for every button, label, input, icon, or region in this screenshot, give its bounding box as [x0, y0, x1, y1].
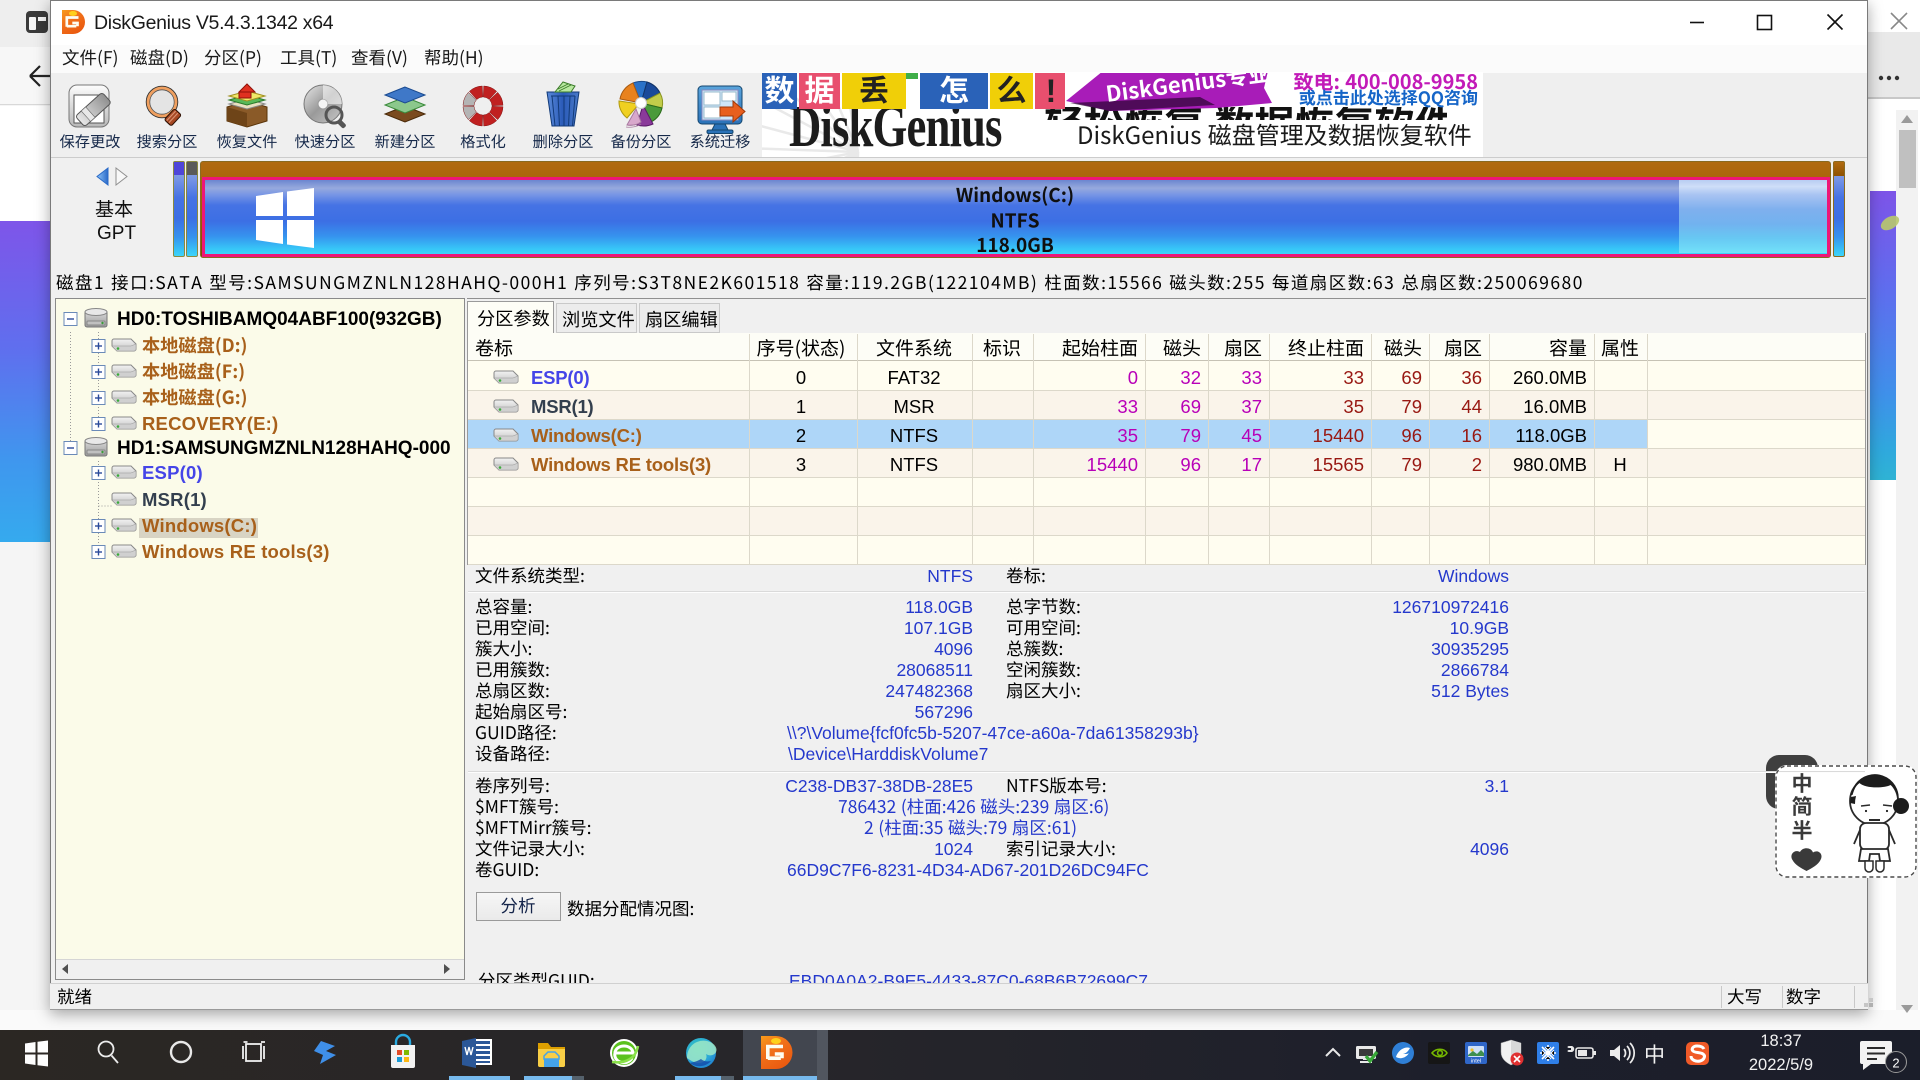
- svg-text:260.0MB: 260.0MB: [1513, 367, 1587, 388]
- svg-text:HD0:TOSHIBAMQ04ABF100(932GB): HD0:TOSHIBAMQ04ABF100(932GB): [117, 309, 442, 330]
- svg-text:118.0GB: 118.0GB: [905, 597, 973, 617]
- svg-text:15440: 15440: [1313, 425, 1364, 446]
- svg-text:C238-DB37-38DB-28E5: C238-DB37-38DB-28E5: [785, 776, 973, 796]
- svg-text:2: 2: [1892, 1056, 1899, 1071]
- svg-text:3.1: 3.1: [1485, 776, 1509, 796]
- svg-text:79: 79: [1180, 425, 1201, 446]
- svg-text:DiskGenius V5.4.3.1342 x64: DiskGenius V5.4.3.1342 x64: [94, 12, 334, 34]
- svg-text:NTFS: NTFS: [890, 425, 938, 446]
- svg-text:107.1GB: 107.1GB: [904, 618, 973, 638]
- svg-text:RECOVERY(E:): RECOVERY(E:): [142, 413, 278, 434]
- svg-text:0: 0: [796, 367, 806, 388]
- svg-text:0: 0: [1128, 367, 1138, 388]
- svg-text:4096: 4096: [1470, 839, 1509, 859]
- svg-text:35: 35: [1343, 396, 1364, 417]
- svg-text:MSR(1): MSR(1): [531, 396, 594, 417]
- svg-text:512 Bytes: 512 Bytes: [1431, 681, 1509, 701]
- svg-text:GPT: GPT: [97, 223, 136, 244]
- svg-text:ESP(0): ESP(0): [142, 462, 203, 483]
- svg-text:45: 45: [1241, 425, 1262, 446]
- svg-text:66D9C7F6-8231-4D34-AD67-201D26: 66D9C7F6-8231-4D34-AD67-201D26DC94FC: [787, 860, 1149, 880]
- svg-text:\\?\Volume{fcf0fc5b-5207-47ce-: \\?\Volume{fcf0fc5b-5207-47ce-a60a-7da61…: [787, 723, 1199, 743]
- svg-text:3: 3: [796, 454, 806, 475]
- svg-text:2866784: 2866784: [1441, 660, 1509, 680]
- svg-text:\Device\HarddiskVolume7: \Device\HarddiskVolume7: [788, 744, 988, 764]
- svg-text:247482368: 247482368: [885, 681, 973, 701]
- svg-text:2: 2: [1472, 454, 1482, 475]
- svg-text:Windows RE tools(3): Windows RE tools(3): [531, 454, 711, 475]
- svg-text:96: 96: [1180, 454, 1201, 475]
- svg-text:10.9GB: 10.9GB: [1450, 618, 1509, 638]
- svg-text:15440: 15440: [1087, 454, 1138, 475]
- svg-text:126710972416: 126710972416: [1392, 597, 1509, 617]
- svg-text:118.0GB: 118.0GB: [1515, 425, 1587, 446]
- svg-text:NTFS: NTFS: [890, 454, 938, 475]
- svg-text:HD1:SAMSUNGMZNLN128HAHQ-000: HD1:SAMSUNGMZNLN128HAHQ-000: [117, 438, 451, 459]
- svg-text:17: 17: [1241, 454, 1262, 475]
- svg-text:intel: intel: [1471, 1059, 1481, 1065]
- svg-text:36: 36: [1461, 367, 1482, 388]
- svg-text:69: 69: [1401, 367, 1422, 388]
- svg-text:Windows(C:): Windows(C:): [142, 515, 257, 536]
- svg-text:Windows: Windows: [1438, 566, 1509, 586]
- svg-text:MSR(1): MSR(1): [142, 489, 207, 510]
- svg-text:15565: 15565: [1313, 454, 1364, 475]
- svg-text:1024: 1024: [934, 839, 973, 859]
- svg-text:18:37: 18:37: [1760, 1032, 1801, 1050]
- svg-text:4096: 4096: [934, 639, 973, 659]
- svg-text:NTFS: NTFS: [927, 566, 973, 586]
- svg-text:30935295: 30935295: [1431, 639, 1509, 659]
- svg-text:33: 33: [1241, 367, 1262, 388]
- svg-text:2022/5/9: 2022/5/9: [1749, 1056, 1813, 1074]
- svg-text:69: 69: [1180, 396, 1201, 417]
- svg-text:Windows(C:): Windows(C:): [531, 425, 642, 446]
- svg-text:33: 33: [1343, 367, 1364, 388]
- svg-text:EBD0A0A2-B9E5-4433-87C0-68B6B7: EBD0A0A2-B9E5-4433-87C0-68B6B72699C7: [789, 971, 1148, 991]
- svg-text:ESP(0): ESP(0): [531, 367, 589, 388]
- svg-text:567296: 567296: [915, 702, 973, 722]
- svg-text:MSR: MSR: [893, 396, 934, 417]
- svg-text:FAT32: FAT32: [887, 367, 940, 388]
- svg-text:33: 33: [1117, 396, 1138, 417]
- svg-text:16: 16: [1461, 425, 1482, 446]
- svg-text:32: 32: [1180, 367, 1201, 388]
- svg-text:28068511: 28068511: [896, 660, 973, 680]
- svg-text:!: !: [1046, 73, 1057, 109]
- svg-text:2: 2: [796, 425, 806, 446]
- svg-text:16.0MB: 16.0MB: [1523, 396, 1587, 417]
- svg-text:37: 37: [1241, 396, 1262, 417]
- svg-text:44: 44: [1461, 396, 1482, 417]
- svg-text:96: 96: [1401, 425, 1422, 446]
- svg-text:35: 35: [1117, 425, 1138, 446]
- svg-text:980.0MB: 980.0MB: [1513, 454, 1587, 475]
- svg-text:1: 1: [796, 396, 806, 417]
- svg-text:Windows RE tools(3): Windows RE tools(3): [142, 541, 330, 562]
- svg-text:79: 79: [1401, 396, 1422, 417]
- svg-text:79: 79: [1401, 454, 1422, 475]
- svg-text:H: H: [1613, 454, 1626, 475]
